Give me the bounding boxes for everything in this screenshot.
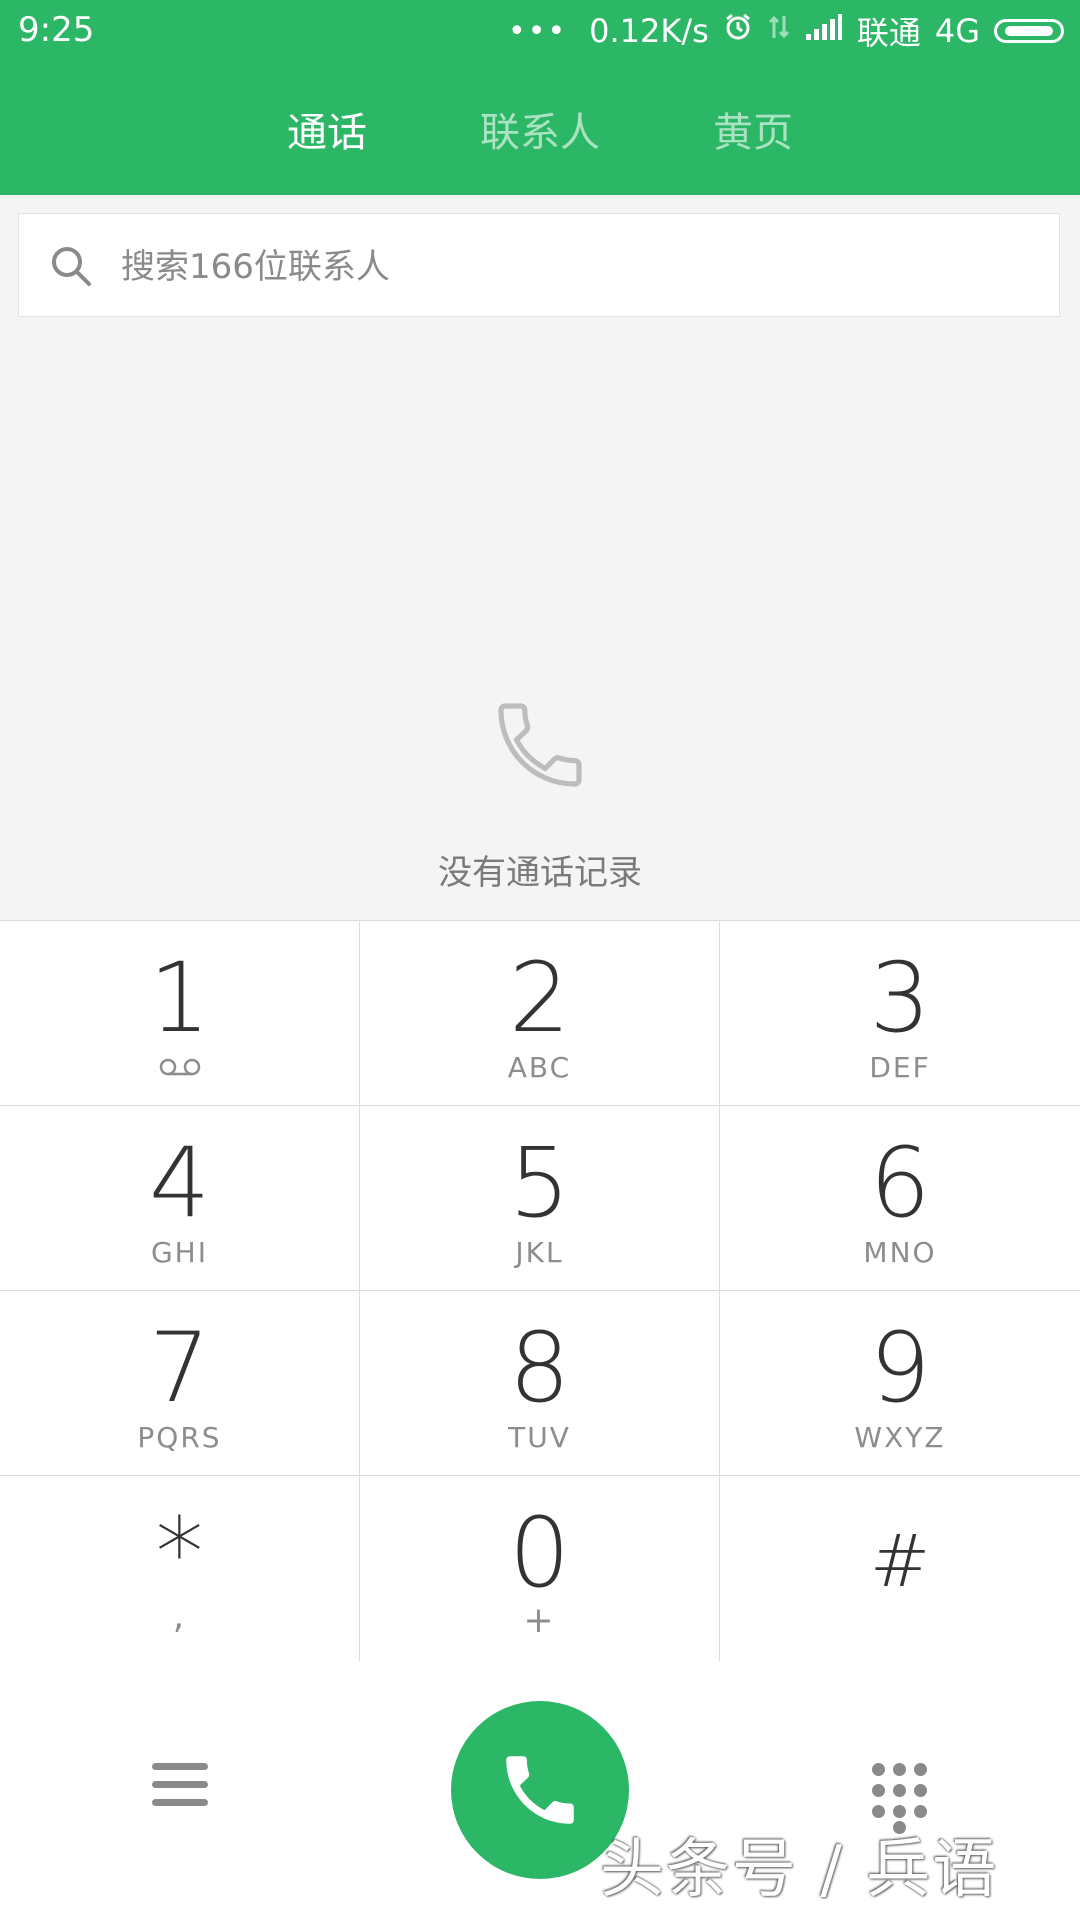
key-8[interactable]: 8 TUV: [360, 1291, 720, 1476]
status-time: 9:25: [18, 10, 95, 50]
key-letters: MNO: [863, 1236, 937, 1269]
alarm-icon: [723, 12, 753, 50]
key-digit: 0: [508, 1497, 571, 1609]
key-digit: 4: [148, 1127, 211, 1239]
empty-state-text: 没有通话记录: [438, 853, 642, 893]
key-1[interactable]: 1: [0, 921, 360, 1106]
key-digit: 1: [148, 942, 211, 1054]
signal-icon: [805, 12, 843, 50]
dialpad: 1 2 ABC 3 DEF 4 GHI 5 JKL 6 MNO 7 PQRS 8…: [0, 920, 1080, 1662]
key-0[interactable]: 0 +: [360, 1476, 720, 1661]
key-digit: 8: [508, 1312, 571, 1424]
tab-contacts[interactable]: 联系人: [480, 100, 600, 158]
key-digit: 3: [869, 942, 931, 1054]
key-7[interactable]: 7 PQRS: [0, 1291, 360, 1476]
dialpad-icon[interactable]: [872, 1763, 928, 1834]
phone-icon: [488, 693, 592, 801]
key-letters: PQRS: [137, 1421, 222, 1454]
search-bar[interactable]: [18, 213, 1060, 317]
key-digit: 9: [869, 1312, 931, 1424]
key-3[interactable]: 3 DEF: [720, 921, 1080, 1106]
call-icon: [506, 1756, 574, 1824]
network-speed: 0.12K/s: [589, 12, 709, 50]
key-letters: +: [523, 1600, 556, 1641]
key-digit: 7: [148, 1312, 211, 1424]
tab-yellow-pages[interactable]: 黄页: [713, 100, 793, 158]
status-right-group: ••• 0.12K/s 联通 4G: [508, 10, 1064, 52]
key-letters: GHI: [150, 1236, 208, 1269]
voicemail-icon: [0, 1051, 359, 1084]
key-digit: 5: [508, 1127, 571, 1239]
key-hash[interactable]: #: [720, 1476, 1080, 1661]
search-icon: [49, 244, 93, 292]
app-header: 9:25 ••• 0.12K/s 联通 4G 通话 联系人 黄页: [0, 0, 1080, 195]
carrier-name: 联通: [856, 14, 921, 52]
key-digit: 2: [508, 942, 571, 1054]
status-bar: 9:25 ••• 0.12K/s 联通 4G: [0, 0, 1080, 62]
key-digit: 6: [869, 1127, 931, 1239]
key-star[interactable]: * ,: [0, 1476, 360, 1661]
menu-icon[interactable]: [152, 1763, 208, 1811]
key-5[interactable]: 5 JKL: [360, 1106, 720, 1291]
key-9[interactable]: 9 WXYZ: [720, 1291, 1080, 1476]
key-digit: *: [155, 1497, 204, 1609]
key-letters: WXYZ: [854, 1421, 946, 1454]
tab-bar: 通话 联系人 黄页: [0, 100, 1080, 160]
search-input[interactable]: [119, 238, 1003, 296]
key-2[interactable]: 2 ABC: [360, 921, 720, 1106]
key-letters: DEF: [869, 1051, 931, 1084]
more-dots-icon: •••: [508, 13, 568, 49]
key-letters: TUV: [508, 1421, 571, 1454]
key-4[interactable]: 4 GHI: [0, 1106, 360, 1291]
battery-icon: [994, 19, 1064, 43]
tab-calls[interactable]: 通话: [287, 100, 367, 158]
watermark: 头条号 / 兵语: [600, 1833, 999, 1907]
network-type: 4G: [934, 12, 980, 50]
key-letters: JKL: [515, 1236, 564, 1269]
key-letters: ABC: [507, 1051, 572, 1084]
key-6[interactable]: 6 MNO: [720, 1106, 1080, 1291]
key-letters: ,: [172, 1596, 187, 1637]
key-digit: #: [869, 1519, 931, 1603]
data-arrows-icon: [767, 12, 791, 50]
